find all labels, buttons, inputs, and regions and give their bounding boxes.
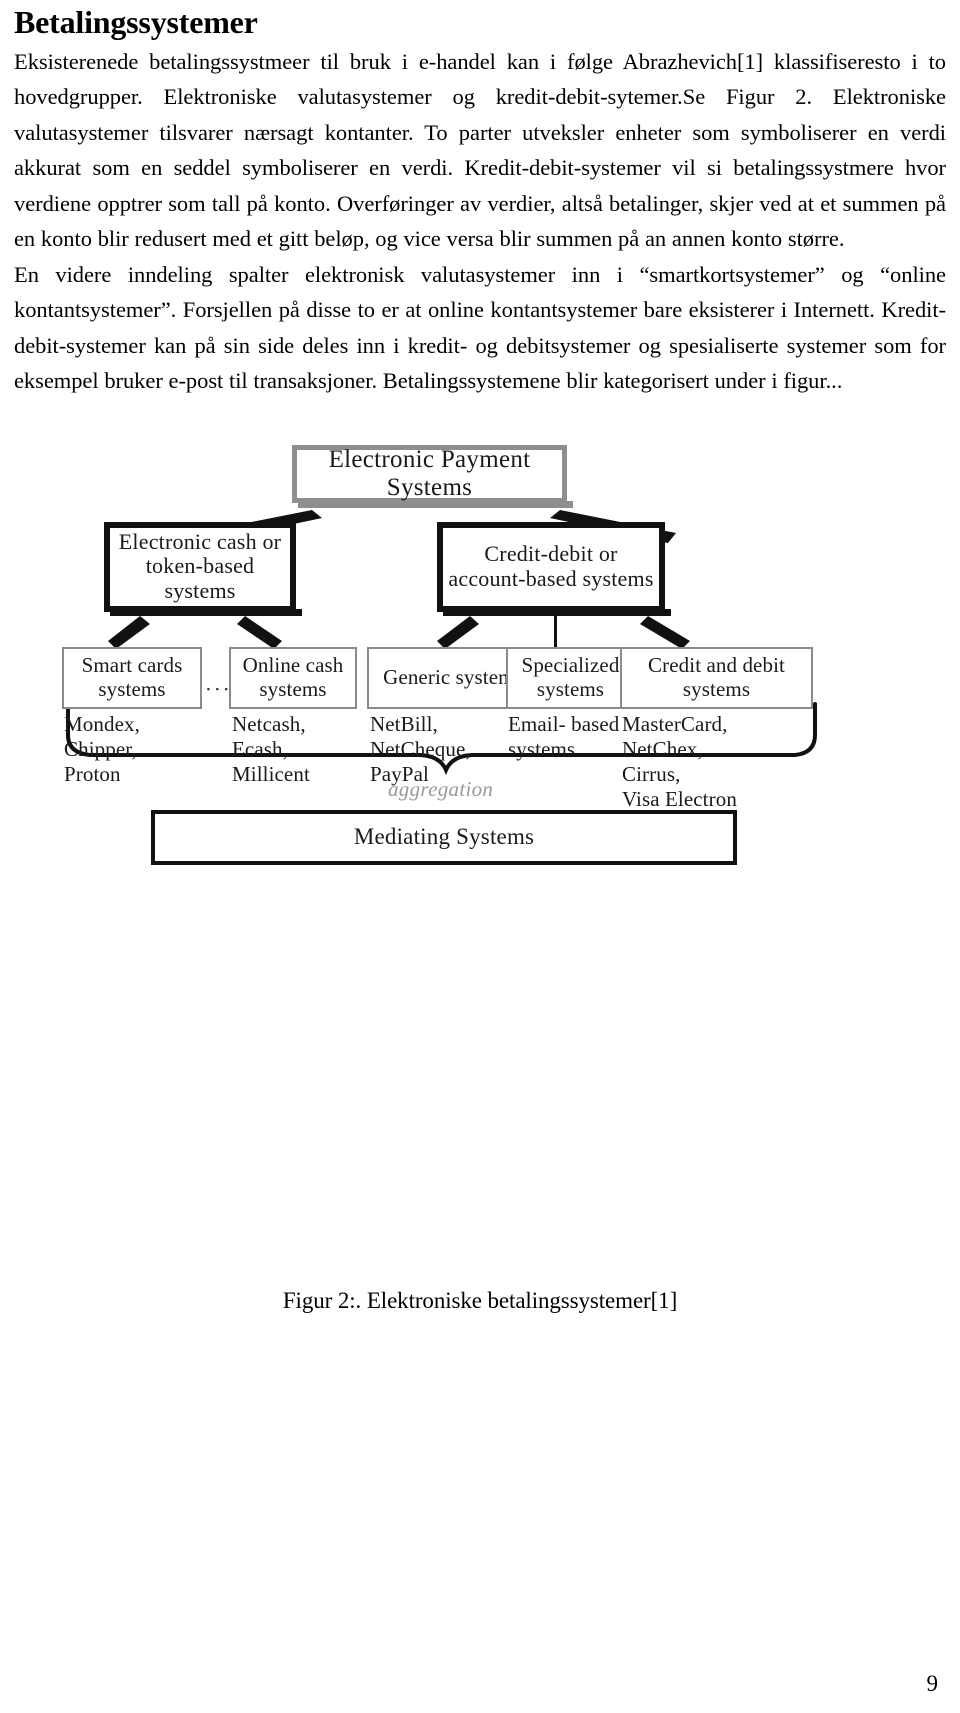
diagram-box-specialized-systems: Specialized systems	[506, 646, 635, 709]
page-title: Betalingssystemer	[14, 4, 258, 40]
diagram-box-credit-and-debit: Credit and debit systems	[620, 646, 813, 709]
diagram-examples-smart-cards: Mondex, Chipper, Proton	[64, 711, 140, 786]
diagram-box-smart-cards: Smart cards systems	[62, 646, 202, 709]
page-number: 9	[926, 1671, 939, 1696]
body-paragraph-1: Eksisterenede betalingssystmeer til bruk…	[14, 48, 946, 252]
diagram-box-mediating-systems: Mediating Systems	[151, 809, 737, 865]
diagram-ellipsis: ⋅⋅⋅	[205, 678, 232, 701]
diagram-examples-online-cash: Netcash, Ecash, Millicent	[232, 711, 310, 786]
figure-electronic-payment-systems: Electronic Payment Systems Electronic ca…	[0, 399, 960, 1019]
diagram-box-root: Electronic Payment Systems	[292, 444, 567, 503]
diagram-box-online-cash: Online cash systems	[229, 646, 357, 709]
diagram-examples-generic: NetBill, NetCheque, PayPal	[370, 711, 471, 786]
diagram-box-electronic-cash: Electronic cash or token-based systems	[104, 521, 296, 612]
diagram-examples-credit-debit: MasterCard, NetChex, Cirrus, Visa Electr…	[622, 711, 737, 811]
body-paragraph-2: En videre inndeling spalter elektronisk …	[14, 261, 946, 394]
diagram-box-credit-debit: Credit-debit or account-based systems	[437, 521, 665, 612]
diagram-canvas: Electronic Payment Systems Electronic ca…	[0, 415, 960, 905]
aggregation-label: aggregation	[388, 776, 494, 801]
document-page: Betalingssystemer Eksisterenede betaling…	[0, 4, 960, 1713]
figure-caption: Figur 2:. Elektroniske betalingssystemer…	[282, 1288, 678, 1313]
diagram-examples-specialized: Email- based systems	[508, 711, 620, 761]
